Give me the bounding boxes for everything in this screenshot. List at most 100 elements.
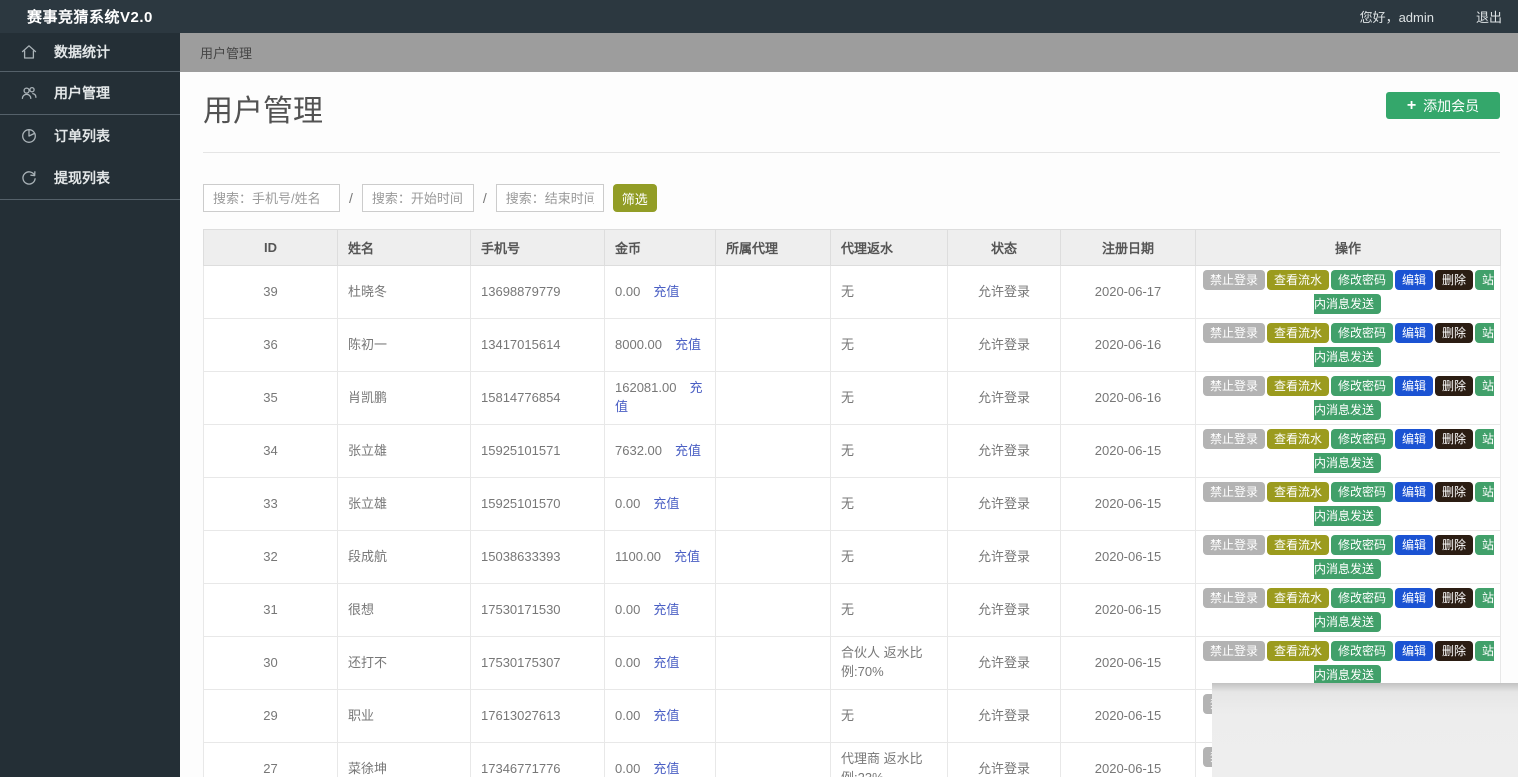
cell-date: 2020-06-15 xyxy=(1061,743,1196,777)
view-flow-button[interactable]: 查看流水 xyxy=(1267,641,1329,661)
cell-gold: 8000.00充值 xyxy=(605,319,716,372)
cell-rebate: 无 xyxy=(831,584,948,637)
change-password-button[interactable]: 修改密码 xyxy=(1331,535,1393,555)
table-row: 33 张立雄 15925101570 0.00充值 无 允许登录 2020-06… xyxy=(204,478,1501,531)
cell-name: 菜徐坤 xyxy=(338,743,471,777)
sidebar-item-order-list[interactable]: 订单列表 xyxy=(0,115,180,157)
view-flow-button[interactable]: 查看流水 xyxy=(1267,588,1329,608)
recharge-link[interactable]: 充值 xyxy=(653,284,679,299)
edit-button[interactable]: 编辑 xyxy=(1395,376,1433,396)
sidebar-item-label: 数据统计 xyxy=(54,42,110,62)
forbid-login-button[interactable]: 禁止登录 xyxy=(1203,270,1265,290)
cell-phone: 15038633393 xyxy=(471,531,605,584)
cell-id: 30 xyxy=(204,637,338,690)
main-content: 用户管理 + 添加会员 / / 筛选 ID 姓名 手机号 金币 所属代理 代理返… xyxy=(180,72,1518,777)
search-start-time-input[interactable] xyxy=(362,184,474,212)
cell-name: 陈初一 xyxy=(338,319,471,372)
gold-value: 1100.00 xyxy=(615,549,661,564)
gold-value: 162081.00 xyxy=(615,380,676,395)
delete-button[interactable]: 删除 xyxy=(1435,588,1473,608)
delete-button[interactable]: 删除 xyxy=(1435,323,1473,343)
table-row: 32 段成航 15038633393 1100.00充值 无 允许登录 2020… xyxy=(204,531,1501,584)
view-flow-button[interactable]: 查看流水 xyxy=(1267,535,1329,555)
forbid-login-button[interactable]: 禁止登录 xyxy=(1203,588,1265,608)
edit-button[interactable]: 编辑 xyxy=(1395,641,1433,661)
cell-id: 29 xyxy=(204,690,338,743)
cell-name: 张立雄 xyxy=(338,478,471,531)
delete-button[interactable]: 删除 xyxy=(1435,376,1473,396)
cell-id: 34 xyxy=(204,425,338,478)
logout-link[interactable]: 退出 xyxy=(1476,7,1502,26)
cell-id: 36 xyxy=(204,319,338,372)
cell-rebate: 合伙人 返水比例:70% xyxy=(831,637,948,690)
delete-button[interactable]: 删除 xyxy=(1435,429,1473,449)
change-password-button[interactable]: 修改密码 xyxy=(1331,376,1393,396)
pie-chart-icon xyxy=(19,126,39,146)
sidebar-item-withdraw-list[interactable]: 提现列表 xyxy=(0,157,180,199)
cell-agent xyxy=(716,531,831,584)
recharge-link[interactable]: 充值 xyxy=(653,602,679,617)
forbid-login-button[interactable]: 禁止登录 xyxy=(1203,482,1265,502)
cell-gold: 0.00充值 xyxy=(605,584,716,637)
breadcrumb-bar: 用户管理 xyxy=(180,33,1518,72)
col-header-gold: 金币 xyxy=(605,230,716,266)
cell-status: 允许登录 xyxy=(948,319,1061,372)
recharge-link[interactable]: 充值 xyxy=(653,496,679,511)
delete-button[interactable]: 删除 xyxy=(1435,535,1473,555)
filter-button[interactable]: 筛选 xyxy=(613,184,657,212)
view-flow-button[interactable]: 查看流水 xyxy=(1267,429,1329,449)
view-flow-button[interactable]: 查看流水 xyxy=(1267,270,1329,290)
separator-slash: / xyxy=(349,190,353,206)
cell-id: 35 xyxy=(204,372,338,425)
cell-id: 32 xyxy=(204,531,338,584)
cell-name: 还打不 xyxy=(338,637,471,690)
cell-rebate: 代理商 返水比例:23% xyxy=(831,743,948,777)
forbid-login-button[interactable]: 禁止登录 xyxy=(1203,376,1265,396)
recharge-link[interactable]: 充值 xyxy=(653,708,679,723)
change-password-button[interactable]: 修改密码 xyxy=(1331,641,1393,661)
change-password-button[interactable]: 修改密码 xyxy=(1331,588,1393,608)
cell-phone: 15814776854 xyxy=(471,372,605,425)
cell-agent xyxy=(716,266,831,319)
view-flow-button[interactable]: 查看流水 xyxy=(1267,323,1329,343)
add-member-button[interactable]: + 添加会员 xyxy=(1386,92,1500,119)
change-password-button[interactable]: 修改密码 xyxy=(1331,270,1393,290)
col-header-rebate: 代理返水 xyxy=(831,230,948,266)
cell-agent xyxy=(716,425,831,478)
cell-name: 杜晓冬 xyxy=(338,266,471,319)
edit-button[interactable]: 编辑 xyxy=(1395,429,1433,449)
cell-agent xyxy=(716,319,831,372)
change-password-button[interactable]: 修改密码 xyxy=(1331,429,1393,449)
forbid-login-button[interactable]: 禁止登录 xyxy=(1203,641,1265,661)
change-password-button[interactable]: 修改密码 xyxy=(1331,323,1393,343)
recharge-link[interactable]: 充值 xyxy=(674,549,700,564)
view-flow-button[interactable]: 查看流水 xyxy=(1267,376,1329,396)
col-header-actions: 操作 xyxy=(1196,230,1501,266)
sidebar-item-label: 订单列表 xyxy=(54,126,110,146)
edit-button[interactable]: 编辑 xyxy=(1395,588,1433,608)
edit-button[interactable]: 编辑 xyxy=(1395,482,1433,502)
recharge-link[interactable]: 充值 xyxy=(675,443,701,458)
edit-button[interactable]: 编辑 xyxy=(1395,323,1433,343)
delete-button[interactable]: 删除 xyxy=(1435,270,1473,290)
recharge-link[interactable]: 充值 xyxy=(675,337,701,352)
delete-button[interactable]: 删除 xyxy=(1435,482,1473,502)
edit-button[interactable]: 编辑 xyxy=(1395,270,1433,290)
view-flow-button[interactable]: 查看流水 xyxy=(1267,482,1329,502)
plus-icon: + xyxy=(1407,98,1416,114)
cell-gold: 0.00充值 xyxy=(605,266,716,319)
edit-button[interactable]: 编辑 xyxy=(1395,535,1433,555)
sidebar-item-user-management[interactable]: 用户管理 xyxy=(0,72,180,114)
recharge-link[interactable]: 充值 xyxy=(653,761,679,776)
sidebar-item-data-stats[interactable]: 数据统计 xyxy=(0,33,180,71)
forbid-login-button[interactable]: 禁止登录 xyxy=(1203,535,1265,555)
forbid-login-button[interactable]: 禁止登录 xyxy=(1203,323,1265,343)
forbid-login-button[interactable]: 禁止登录 xyxy=(1203,429,1265,449)
recharge-link[interactable]: 充值 xyxy=(653,655,679,670)
change-password-button[interactable]: 修改密码 xyxy=(1331,482,1393,502)
search-end-time-input[interactable] xyxy=(496,184,604,212)
cell-id: 27 xyxy=(204,743,338,777)
filter-bar: / / 筛选 xyxy=(203,184,657,212)
delete-button[interactable]: 删除 xyxy=(1435,641,1473,661)
search-name-input[interactable] xyxy=(203,184,340,212)
